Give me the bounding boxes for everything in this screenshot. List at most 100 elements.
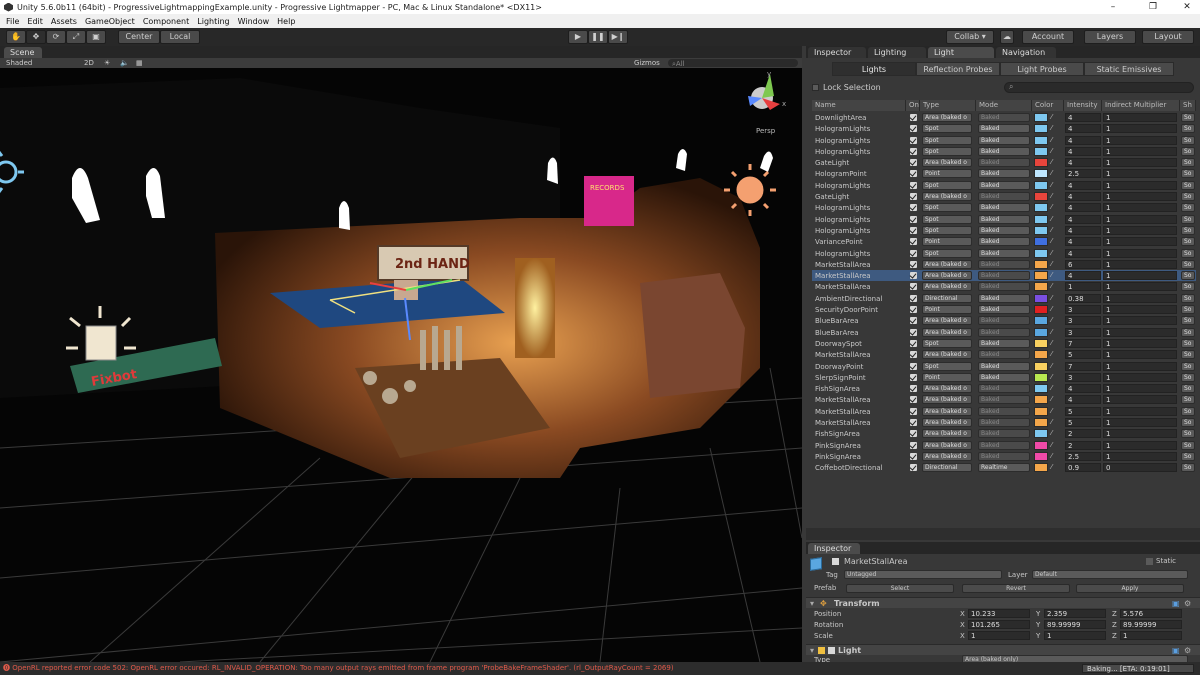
light-indirect-field[interactable]: 1 [1103, 259, 1177, 269]
light-row[interactable]: HologramLights Spot Baked ⁄ 4 1 So [812, 123, 1196, 134]
col-on[interactable]: On [906, 100, 920, 111]
eyedropper-icon[interactable]: ⁄ [1051, 316, 1059, 324]
light-indirect-field[interactable]: 1 [1103, 384, 1177, 394]
eyedropper-icon[interactable]: ⁄ [1051, 226, 1059, 234]
light-name[interactable]: HologramLights [815, 249, 907, 259]
light-color-swatch[interactable] [1034, 361, 1048, 371]
eyedropper-icon[interactable]: ⁄ [1051, 237, 1059, 245]
light-mode-dropdown[interactable]: Baked [978, 124, 1030, 134]
light-on-checkbox[interactable] [910, 136, 917, 144]
light-shadows-dropdown[interactable]: So [1181, 338, 1195, 348]
light-shadows-dropdown[interactable]: So [1181, 214, 1195, 224]
move-tool-icon[interactable]: ✥ [26, 30, 46, 44]
light-type-dropdown[interactable]: Area (baked o [922, 418, 972, 428]
light-type-dropdown[interactable]: Area (baked o [922, 384, 972, 394]
prefab-select-button[interactable]: Select [846, 584, 954, 593]
light-row[interactable]: VariancePoint Point Baked ⁄ 4 1 So [812, 236, 1196, 247]
light-on-checkbox[interactable] [910, 294, 917, 302]
light-row[interactable]: DownlightArea Area (baked o Baked ⁄ 4 1 So [812, 112, 1196, 123]
light-color-swatch[interactable] [1034, 225, 1048, 235]
light-on-checkbox[interactable] [910, 351, 917, 359]
light-on-checkbox[interactable] [910, 430, 917, 438]
light-indirect-field[interactable]: 1 [1103, 429, 1177, 439]
light-mode-dropdown[interactable]: Baked [978, 418, 1030, 428]
light-shadows-dropdown[interactable]: So [1181, 259, 1195, 269]
light-shadows-dropdown[interactable]: So [1181, 361, 1195, 371]
light-intensity-field[interactable]: 5 [1065, 406, 1101, 416]
minimize-button[interactable]: – [1100, 0, 1126, 14]
menu-window[interactable]: Window [234, 17, 274, 26]
light-row[interactable]: MarketStallArea Area (baked o Baked ⁄ 1 1 So [812, 281, 1196, 292]
play-icon[interactable]: ▶ [568, 30, 588, 44]
light-type-dropdown[interactable]: Area (baked o [922, 350, 972, 360]
light-indirect-field[interactable]: 1 [1103, 305, 1177, 315]
light-indirect-field[interactable]: 1 [1103, 282, 1177, 292]
account-dropdown[interactable]: Account [1022, 30, 1074, 44]
light-indirect-field[interactable]: 1 [1103, 237, 1177, 247]
light-type-dropdown[interactable]: Area (baked o [922, 259, 972, 269]
light-intensity-field[interactable]: 4 [1065, 237, 1101, 247]
light-on-checkbox[interactable] [910, 317, 917, 325]
light-color-swatch[interactable] [1034, 113, 1048, 122]
light-name[interactable]: MarketStallArea [815, 350, 907, 360]
light-mode-dropdown[interactable]: Baked [978, 225, 1030, 235]
light-indirect-field[interactable]: 1 [1103, 372, 1177, 382]
light-type-dropdown[interactable]: Spot [922, 225, 972, 235]
eyedropper-icon[interactable]: ⁄ [1051, 362, 1059, 370]
light-row[interactable]: FishSignArea Area (baked o Baked ⁄ 2 1 So [812, 428, 1196, 439]
light-indirect-field[interactable]: 1 [1103, 169, 1177, 179]
light-name[interactable]: SlerpSignPoint [815, 373, 907, 383]
light-mode-dropdown[interactable]: Baked [978, 361, 1030, 371]
menu-edit[interactable]: Edit [23, 17, 47, 26]
light-mode-dropdown[interactable]: Baked [978, 158, 1030, 168]
light-intensity-field[interactable]: 3 [1065, 305, 1101, 315]
light-indirect-field[interactable]: 1 [1103, 135, 1177, 145]
eyedropper-icon[interactable]: ⁄ [1051, 373, 1059, 381]
light-on-checkbox[interactable] [910, 125, 917, 133]
help-icon[interactable]: ▣ [1172, 598, 1180, 609]
light-shadows-dropdown[interactable]: So [1181, 158, 1195, 168]
light-name[interactable]: BlueBarArea [815, 316, 907, 326]
eyedropper-icon[interactable]: ⁄ [1051, 294, 1059, 302]
light-name[interactable]: CoffebotDirectional [815, 463, 907, 473]
light-mode-dropdown[interactable]: Baked [978, 451, 1030, 461]
light-name[interactable]: MarketStallArea [815, 282, 907, 292]
light-shadows-dropdown[interactable]: So [1181, 451, 1195, 461]
light-name[interactable]: MarketStallArea [815, 395, 907, 405]
light-mode-dropdown[interactable]: Baked [978, 440, 1030, 450]
light-on-checkbox[interactable] [910, 238, 917, 246]
light-intensity-field[interactable]: 4 [1065, 135, 1101, 145]
light-type-dropdown[interactable]: Area (baked o [922, 316, 972, 326]
light-indirect-field[interactable]: 1 [1103, 350, 1177, 360]
light-on-checkbox[interactable] [910, 385, 917, 393]
light-color-swatch[interactable] [1034, 418, 1048, 428]
light-on-checkbox[interactable] [910, 226, 917, 234]
eyedropper-icon[interactable]: ⁄ [1051, 181, 1059, 189]
light-mode-dropdown[interactable]: Baked [978, 135, 1030, 145]
audio-toggle-icon[interactable]: 🔈 [120, 58, 129, 68]
light-row[interactable]: DoorwaySpot Spot Baked ⁄ 7 1 So [812, 338, 1196, 349]
light-on-checkbox[interactable] [910, 339, 917, 347]
light-color-swatch[interactable] [1034, 429, 1048, 439]
light-type-dropdown[interactable]: Area (baked o [922, 327, 972, 337]
light-intensity-field[interactable]: 5 [1065, 350, 1101, 360]
rotate-tool-icon[interactable]: ⟳ [46, 30, 66, 44]
light-name[interactable]: DoorwaySpot [815, 339, 907, 349]
layers-dropdown[interactable]: Layers [1084, 30, 1136, 44]
light-color-swatch[interactable] [1034, 271, 1048, 281]
light-on-checkbox[interactable] [910, 362, 917, 370]
light-intensity-field[interactable]: 5 [1065, 418, 1101, 428]
light-indirect-field[interactable]: 1 [1103, 316, 1177, 326]
light-name[interactable]: MarketStallArea [815, 418, 907, 428]
light-shadows-dropdown[interactable]: So [1181, 237, 1195, 247]
light-color-swatch[interactable] [1034, 192, 1048, 202]
light-indirect-field[interactable]: 1 [1103, 395, 1177, 405]
light-type-dropdown[interactable]: Point [922, 305, 972, 315]
eyedropper-icon[interactable]: ⁄ [1051, 282, 1059, 290]
light-indirect-field[interactable]: 1 [1103, 225, 1177, 235]
light-mode-dropdown[interactable]: Realtime [978, 463, 1030, 473]
light-mode-dropdown[interactable]: Baked [978, 406, 1030, 416]
light-mode-dropdown[interactable]: Baked [978, 293, 1030, 303]
light-row[interactable]: PinkSignArea Area (baked o Baked ⁄ 2.5 1 So [812, 451, 1196, 462]
transform-section[interactable]: ▾ ✥ Transform ▣ ⚙ [806, 597, 1200, 608]
